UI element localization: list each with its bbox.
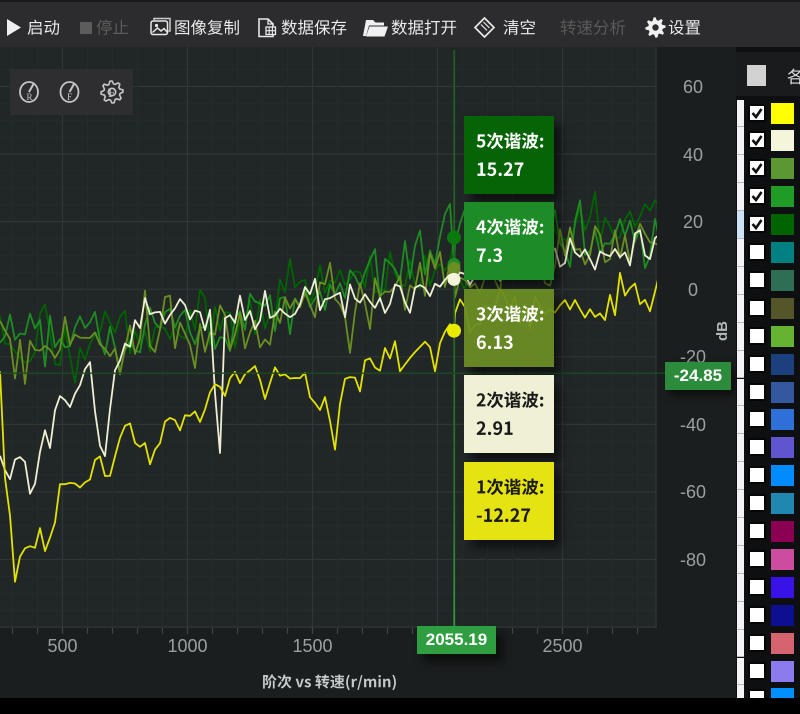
svg-text:F: F [67,92,72,102]
svg-text:R: R [27,92,33,102]
svg-text:F: F [108,85,115,100]
